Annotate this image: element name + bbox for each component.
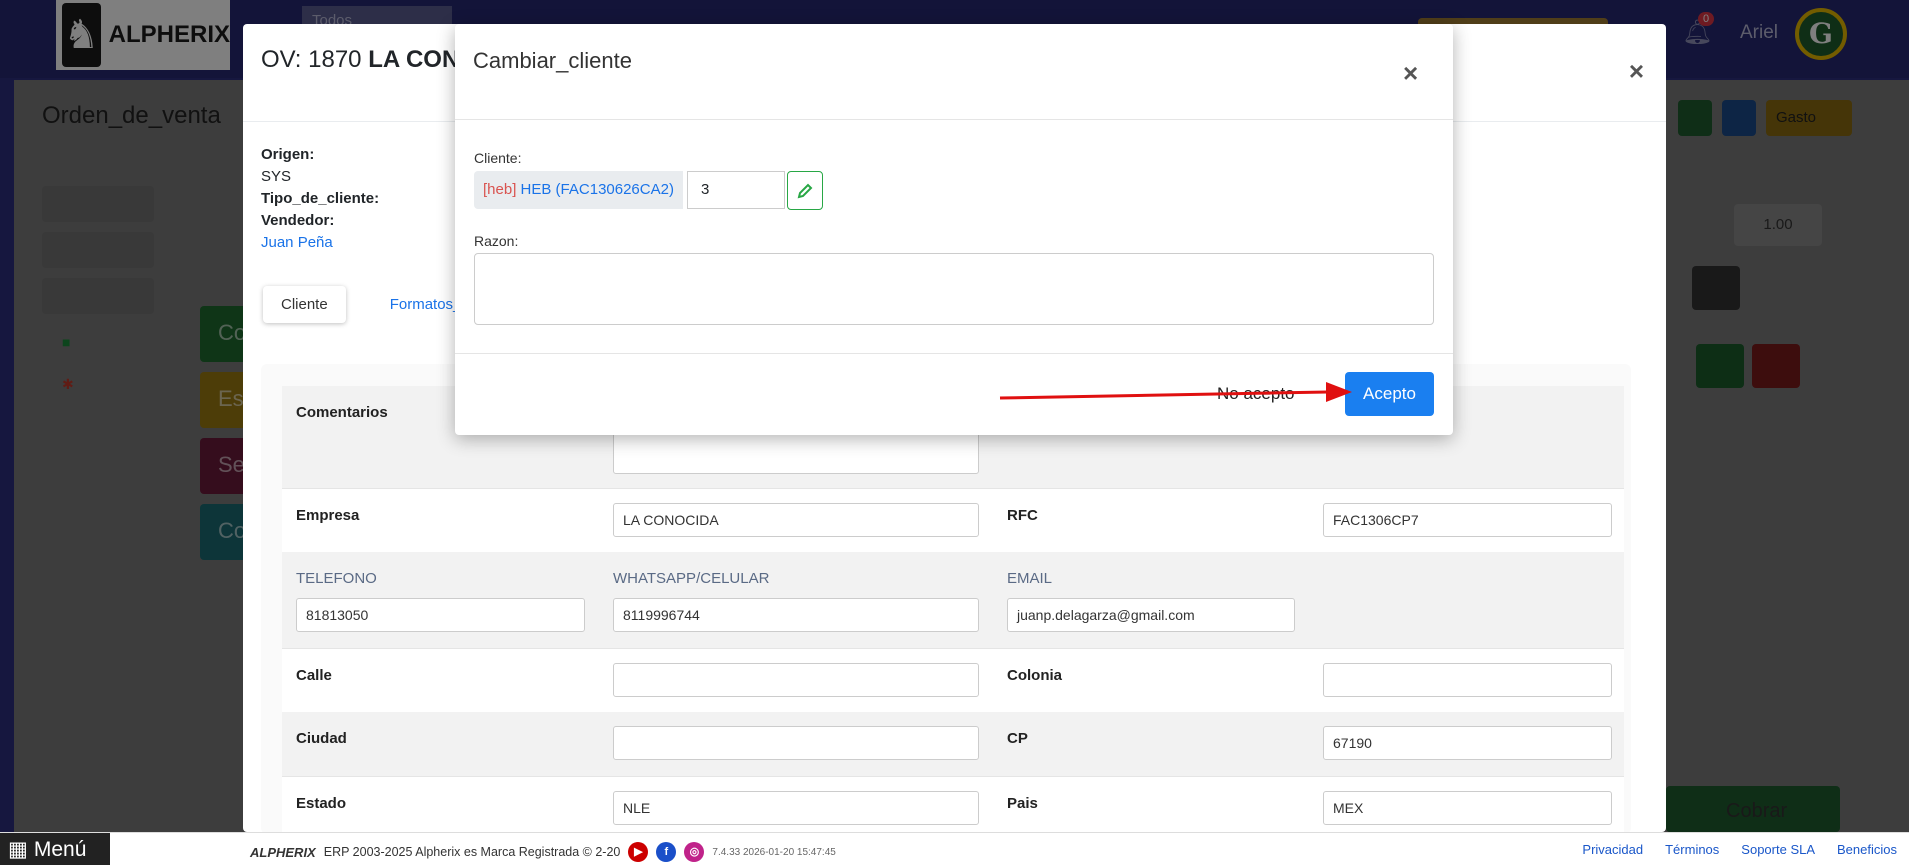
- facebook-icon[interactable]: f: [656, 842, 677, 862]
- benefits-link[interactable]: Beneficios: [1837, 842, 1897, 857]
- footer-version: 7.4.33 2026-01-20 15:47:45: [712, 846, 836, 858]
- terms-link[interactable]: Términos: [1665, 842, 1719, 857]
- footer-info: ALPHERIX ERP 2003-2025 Alpherix es Marca…: [250, 842, 836, 862]
- footer-copyright: ERP 2003-2025 Alpherix es Marca Registra…: [323, 845, 621, 859]
- youtube-icon[interactable]: ▶: [628, 842, 649, 862]
- menu-label: Menú: [33, 837, 87, 861]
- support-link[interactable]: Soporte SLA: [1741, 842, 1815, 857]
- footer-links: Privacidad Términos Soporte SLA Benefici…: [1582, 842, 1897, 857]
- grid-icon: ▦: [8, 838, 28, 861]
- footer: ▦ Menú ALPHERIX ERP 2003-2025 Alpherix e…: [0, 832, 1909, 865]
- footer-brand: ALPHERIX: [250, 844, 316, 860]
- menu-button[interactable]: ▦ Menú: [0, 833, 110, 865]
- instagram-icon[interactable]: ◎: [684, 842, 705, 862]
- privacy-link[interactable]: Privacidad: [1582, 842, 1643, 857]
- annotation-arrow: [999, 382, 1352, 402]
